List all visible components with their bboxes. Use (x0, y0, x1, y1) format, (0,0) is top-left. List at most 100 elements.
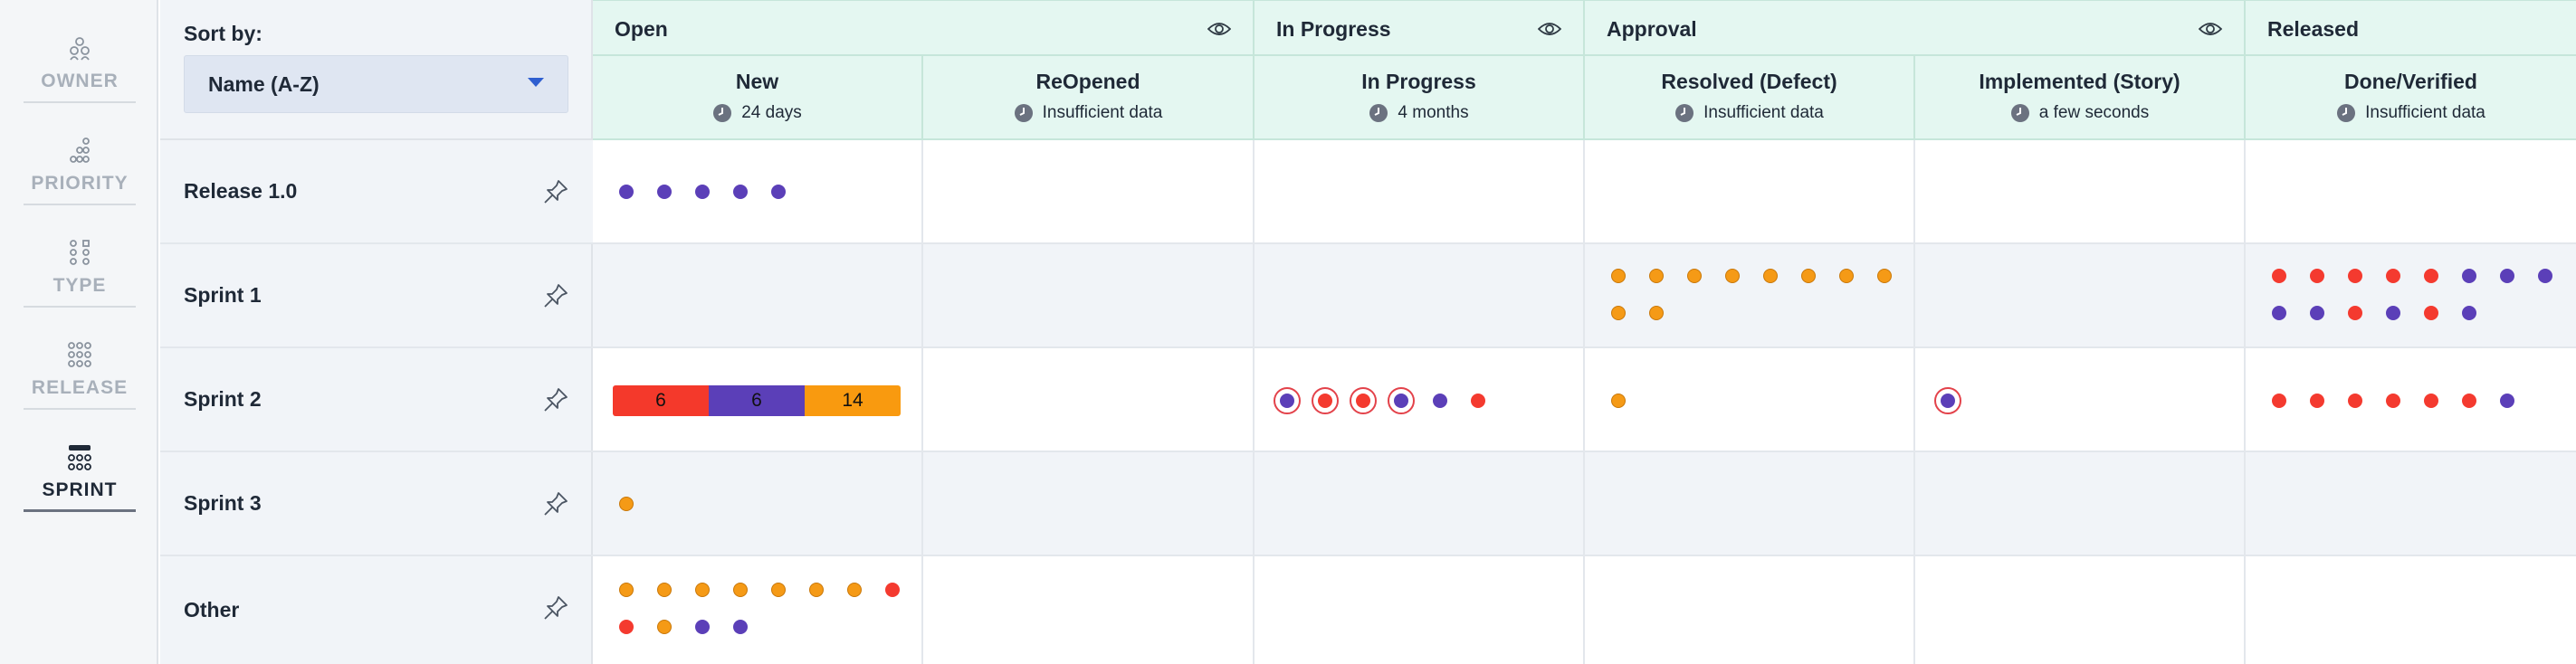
work-item-dot[interactable] (2462, 394, 2476, 408)
clock-icon (713, 104, 732, 122)
work-item-dot[interactable] (619, 185, 634, 199)
work-item-dot[interactable] (695, 185, 710, 199)
cell-sprint-3-in-progress (1255, 452, 1585, 556)
work-item-dot[interactable] (2310, 269, 2324, 283)
work-item-dot[interactable] (733, 620, 748, 634)
selected-work-item[interactable] (1388, 387, 1415, 414)
cell-sprint-1-in-progress (1255, 244, 1585, 348)
cell-sprint-2-in-progress (1255, 348, 1585, 452)
cell-sprint-3-resolved (1585, 452, 1915, 556)
work-item-dot[interactable] (2386, 269, 2400, 283)
row-name: Sprint 2 (184, 387, 262, 411)
work-item-dot[interactable] (657, 185, 672, 199)
row-name: Release 1.0 (184, 179, 298, 203)
work-item-dot (1941, 394, 1955, 408)
group-by-owner[interactable]: OWNER (24, 13, 136, 114)
sort-select[interactable]: Name (A-Z) (184, 55, 568, 113)
work-item-dot[interactable] (771, 185, 786, 199)
selected-work-item[interactable] (1274, 387, 1301, 414)
work-item-dot[interactable] (733, 185, 748, 199)
work-item-dot[interactable] (619, 497, 634, 511)
sidebar-divider (24, 306, 136, 308)
selected-work-item[interactable] (1312, 387, 1339, 414)
group-by-release[interactable]: RELEASE (24, 319, 136, 421)
eye-icon[interactable] (1207, 19, 1231, 39)
work-item-dot[interactable] (2462, 269, 2476, 283)
group-name: In Progress (1276, 17, 1391, 41)
work-item-dot[interactable] (1763, 269, 1778, 283)
pin-icon[interactable] (542, 282, 569, 309)
work-item-dot[interactable] (1839, 269, 1854, 283)
clock-icon (2337, 104, 2356, 122)
work-item-dot[interactable] (847, 583, 862, 597)
group-by-type-label: TYPE (52, 275, 107, 296)
work-item-dot[interactable] (2272, 394, 2286, 408)
work-item-dot[interactable] (1433, 394, 1447, 408)
work-item-dot[interactable] (657, 583, 672, 597)
eye-icon[interactable] (2199, 19, 2222, 39)
group-by-type[interactable]: TYPE (24, 217, 136, 318)
work-item-dot[interactable] (2500, 269, 2514, 283)
work-item-dot[interactable] (2348, 269, 2362, 283)
work-item-dot[interactable] (1649, 269, 1664, 283)
work-item-dot[interactable] (695, 620, 710, 634)
group-by-priority[interactable]: PRIORITY (24, 115, 136, 216)
group-name: Released (2267, 17, 2360, 41)
work-item-dot[interactable] (695, 583, 710, 597)
pin-icon[interactable] (542, 594, 569, 621)
work-item-dot[interactable] (2272, 269, 2286, 283)
work-item-dot[interactable] (1801, 269, 1816, 283)
pin-icon[interactable] (542, 386, 569, 413)
work-item-dot[interactable] (2386, 306, 2400, 320)
clock-icon (2010, 104, 2029, 122)
work-item-dot[interactable] (1611, 306, 1626, 320)
work-item-dot (1394, 394, 1408, 408)
row-name: Sprint 3 (184, 491, 262, 515)
work-item-dot[interactable] (2538, 269, 2552, 283)
cell-other-new (593, 556, 923, 664)
work-item-dot[interactable] (2424, 394, 2438, 408)
column-header-new: New 24 days (593, 56, 923, 140)
work-item-dot[interactable] (1687, 269, 1702, 283)
work-item-dot[interactable] (2310, 394, 2324, 408)
work-item-dot[interactable] (2462, 306, 2476, 320)
work-item-dot[interactable] (2500, 394, 2514, 408)
work-item-dot[interactable] (1649, 306, 1664, 320)
work-item-dot[interactable] (619, 583, 634, 597)
work-item-dot[interactable] (771, 583, 786, 597)
work-item-dot[interactable] (1471, 394, 1485, 408)
group-name: Approval (1607, 17, 1697, 41)
work-item-dot[interactable] (2348, 394, 2362, 408)
work-item-dot[interactable] (2348, 306, 2362, 320)
aggregate-segment-red: 6 (613, 385, 709, 416)
row-header-sprint-3: Sprint 3 (160, 452, 593, 556)
cell-sprint-3-done (2246, 452, 2576, 556)
work-item-dot[interactable] (657, 620, 672, 634)
aggregate-bar[interactable]: 6 6 14 (613, 385, 901, 416)
work-item-dot[interactable] (1611, 269, 1626, 283)
column-header-implemented-story: Implemented (Story) a few seconds (1915, 56, 2246, 140)
row-header-sprint-1: Sprint 1 (160, 244, 593, 348)
work-item-dot[interactable] (1877, 269, 1892, 283)
selected-work-item[interactable] (1350, 387, 1377, 414)
work-item-dot[interactable] (1725, 269, 1740, 283)
work-item-dot[interactable] (2424, 306, 2438, 320)
work-item-dot[interactable] (885, 583, 900, 597)
work-item-dot[interactable] (733, 583, 748, 597)
pin-icon[interactable] (542, 490, 569, 517)
work-item-dot[interactable] (1611, 394, 1626, 408)
pin-icon[interactable] (542, 178, 569, 205)
work-item-dot[interactable] (809, 583, 824, 597)
work-item-dot[interactable] (619, 620, 634, 634)
work-item-dot[interactable] (2386, 394, 2400, 408)
work-item-dot[interactable] (2424, 269, 2438, 283)
aggregate-segment-purple: 6 (709, 385, 805, 416)
work-item-dot[interactable] (2272, 306, 2286, 320)
eye-icon[interactable] (1538, 19, 1561, 39)
group-by-sprint[interactable]: SPRINT (24, 422, 136, 523)
priority-icon (70, 138, 90, 163)
selected-work-item[interactable] (1934, 387, 1961, 414)
work-item-dot[interactable] (2310, 306, 2324, 320)
column-name: Implemented (Story) (1979, 70, 2180, 93)
column-name: ReOpened (1035, 70, 1140, 93)
